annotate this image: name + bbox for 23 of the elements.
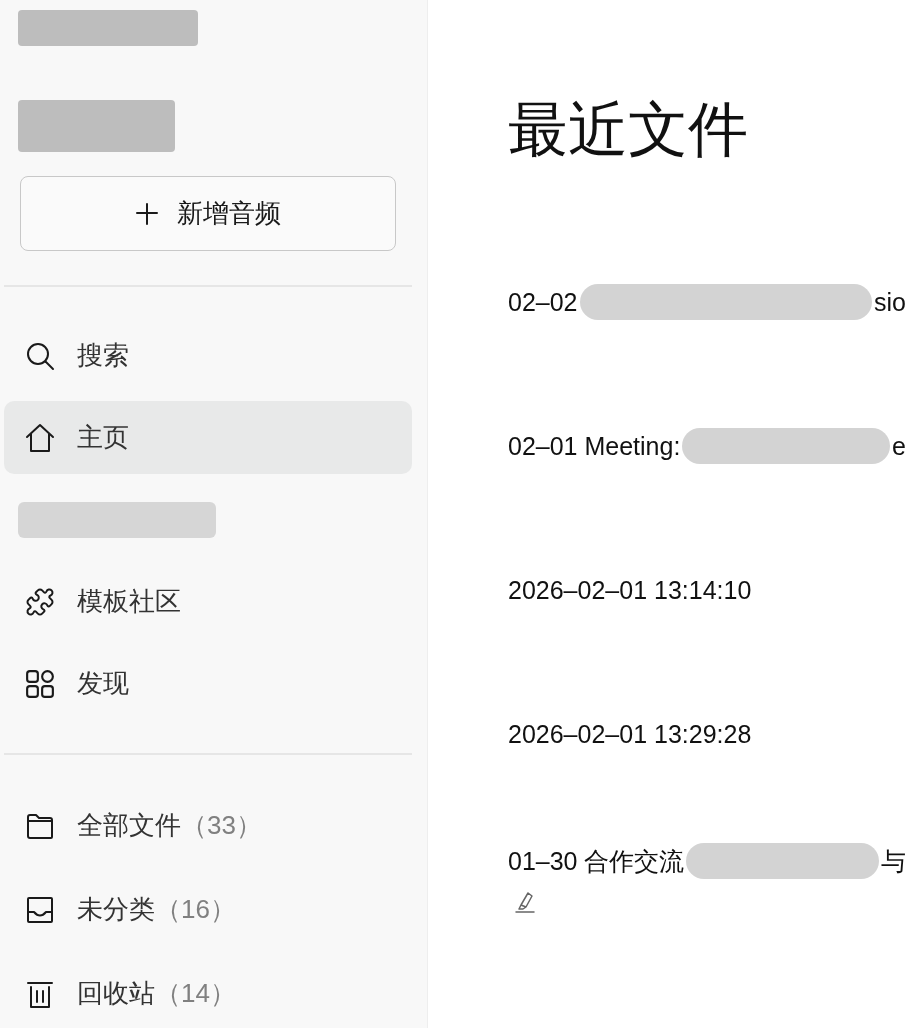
file-title[interactable]: sio xyxy=(874,283,906,321)
folder-item[interactable]: 全部文件（33） xyxy=(4,789,412,862)
search-icon xyxy=(25,340,55,371)
file-title[interactable]: 01–30 合作交流 xyxy=(508,842,685,880)
folder-item[interactable]: 未分类（16） xyxy=(4,873,412,946)
new-audio-button[interactable]: 新增音频 xyxy=(20,176,396,251)
inbox-icon xyxy=(25,894,55,925)
home-icon xyxy=(25,422,55,453)
folder-item[interactable]: 回收站（14） xyxy=(4,957,412,1028)
file-title[interactable]: 02–01 Meeting: xyxy=(508,427,681,465)
sidebar-item[interactable]: 搜索 xyxy=(4,319,412,392)
plus-icon xyxy=(135,201,159,226)
grid-icon xyxy=(25,668,55,699)
sidebar-item[interactable]: 模板社区 xyxy=(4,565,412,638)
sidebar-item[interactable]: 发现 xyxy=(4,647,412,720)
puzzle-piece-icon xyxy=(25,586,55,617)
file-title[interactable]: 与 xyxy=(881,842,906,880)
file-title[interactable]: e xyxy=(892,427,906,465)
page-title: 最近文件 xyxy=(508,95,749,165)
file-title[interactable]: 2026–02–01 13:29:28 xyxy=(508,715,752,753)
file-title[interactable]: 02–02 xyxy=(508,283,578,321)
file-title[interactable]: 2026–02–01 13:14:10 xyxy=(508,571,752,609)
sidebar-item[interactable]: 主页 xyxy=(4,401,412,474)
